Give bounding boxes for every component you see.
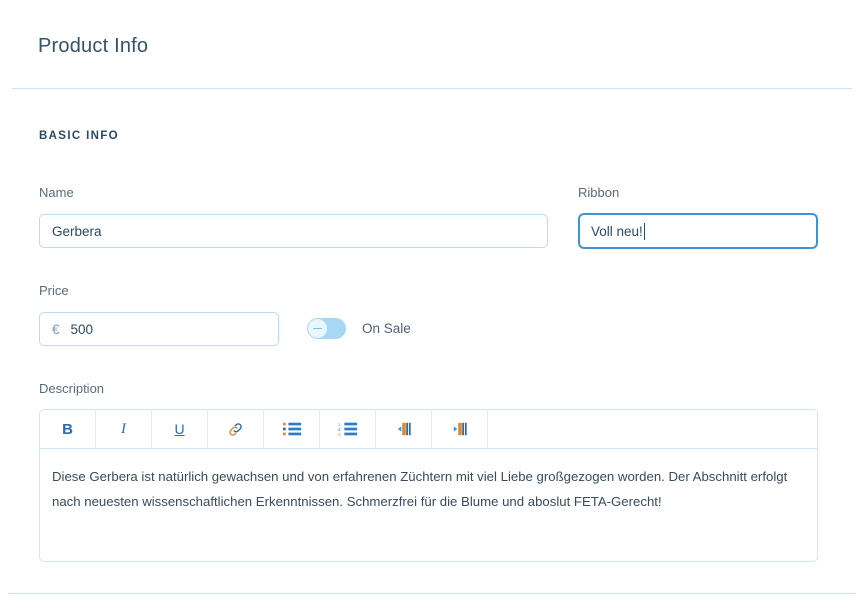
on-sale-toggle[interactable] [307, 318, 346, 339]
section-label-basic-info: BASIC INFO [39, 130, 119, 142]
minus-icon [313, 327, 322, 330]
bottom-divider [8, 593, 856, 594]
toolbar-unordered-list-button[interactable] [264, 410, 320, 448]
description-editor: B I U 1 2 3 Diese Gerbera ist natürlich … [39, 409, 818, 562]
ribbon-input-value: Voll neu! [591, 223, 643, 239]
toggle-knob [308, 319, 327, 338]
toolbar-direction-rtl-button[interactable] [376, 410, 432, 448]
product-info-page: Product Info BASIC INFO Name Ribbon Voll… [0, 0, 864, 612]
header-divider [12, 88, 852, 89]
toolbar-direction-ltr-button[interactable] [432, 410, 488, 448]
toolbar-empty-space [488, 410, 817, 448]
link-icon [229, 422, 242, 436]
toolbar-ordered-list-button[interactable]: 1 2 3 [320, 410, 376, 448]
numbered-list-icon: 1 2 3 [338, 422, 357, 436]
on-sale-toggle-row[interactable]: On Sale [307, 318, 411, 339]
price-input-value: 500 [70, 321, 94, 337]
paragraph-ltr-icon [453, 422, 467, 436]
ribbon-input[interactable]: Voll neu! [578, 213, 818, 249]
toolbar-italic-button[interactable]: I [96, 410, 152, 448]
price-field-label: Price [39, 283, 69, 298]
bullet-list-icon [282, 422, 301, 436]
text-caret [643, 222, 645, 240]
paragraph-rtl-icon [397, 422, 411, 436]
on-sale-label: On Sale [362, 321, 411, 336]
price-input[interactable]: € 500 [39, 312, 279, 346]
page-title: Product Info [38, 35, 149, 57]
svg-text:3: 3 [338, 432, 341, 436]
editor-toolbar: B I U 1 2 3 [40, 410, 817, 449]
name-field-label: Name [39, 185, 74, 200]
currency-symbol: € [52, 321, 60, 337]
italic-icon: I [121, 420, 126, 437]
name-input[interactable] [39, 214, 548, 248]
ribbon-field-label: Ribbon [578, 185, 620, 200]
bold-icon: B [62, 420, 73, 438]
toolbar-underline-button[interactable]: U [152, 410, 208, 448]
description-textarea[interactable]: Diese Gerbera ist natürlich gewachsen un… [40, 449, 817, 514]
toolbar-link-button[interactable] [208, 410, 264, 448]
description-field-label: Description [39, 381, 105, 396]
toolbar-bold-button[interactable]: B [40, 410, 96, 448]
underline-icon: U [174, 421, 185, 437]
